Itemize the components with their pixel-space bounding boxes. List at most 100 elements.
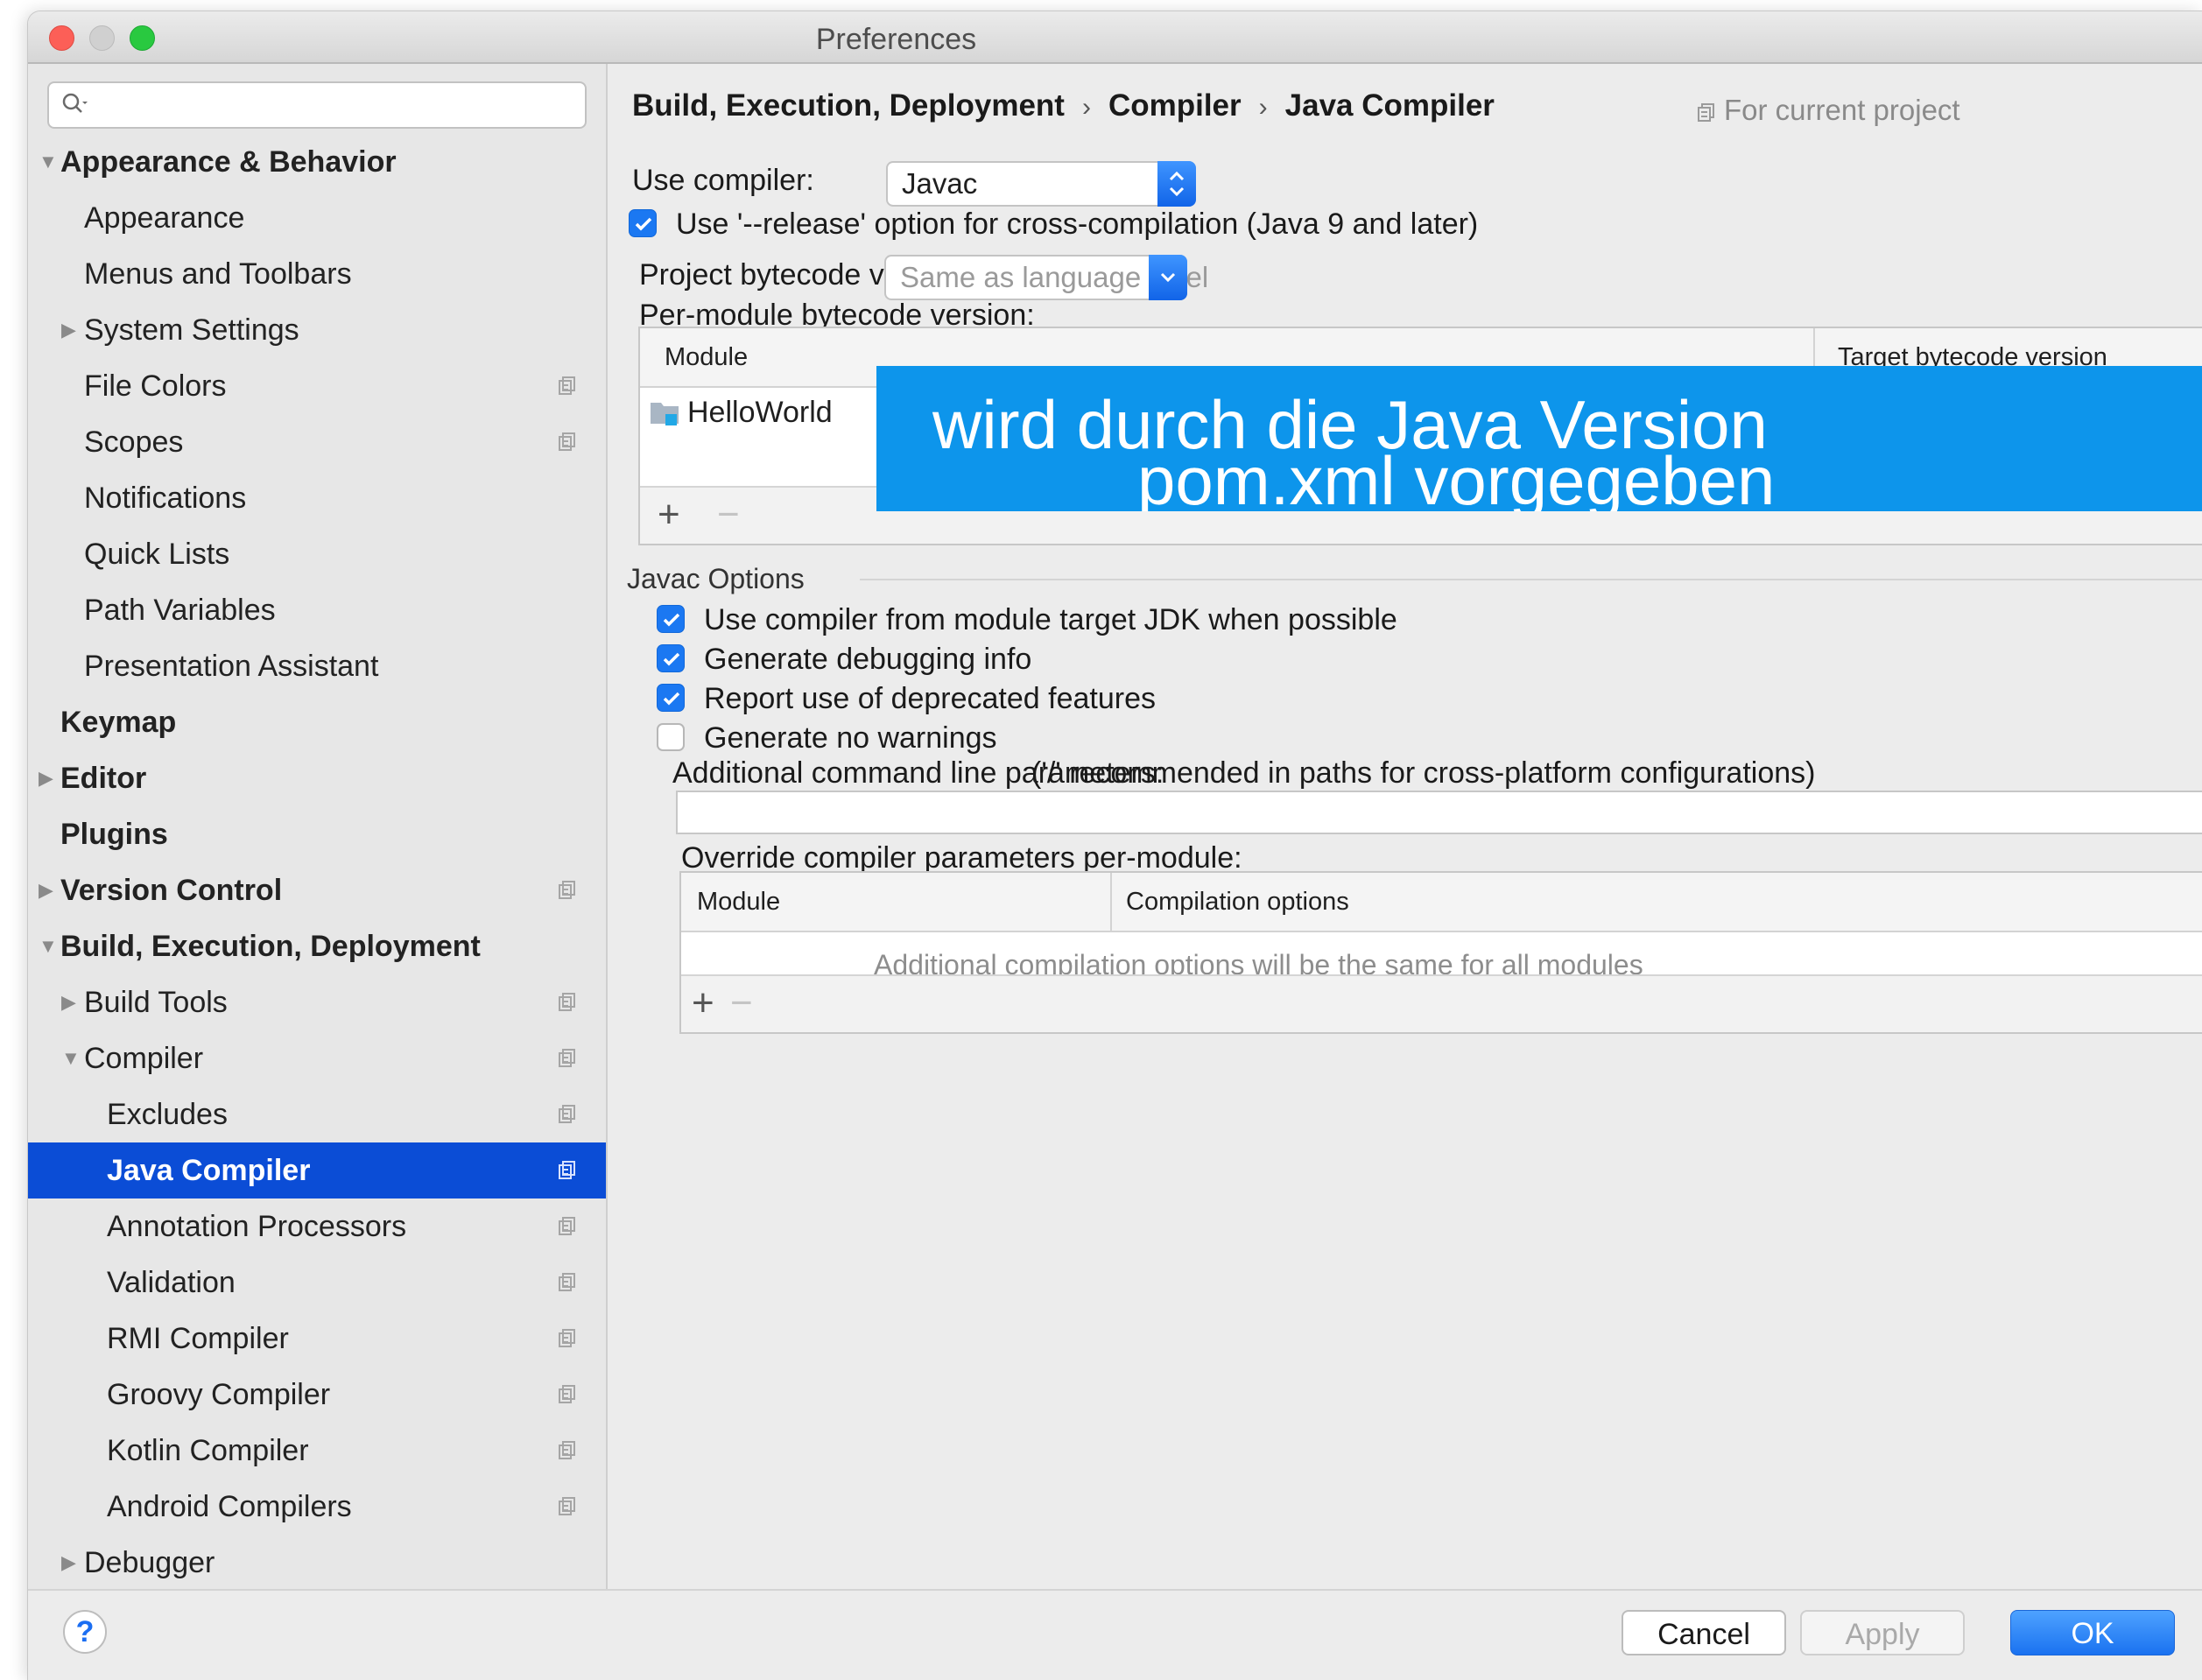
sidebar-item-label: Compiler: [84, 1042, 204, 1075]
use-compiler-label: Use compiler:: [632, 164, 814, 197]
sidebar-item-appearance-behavior[interactable]: ▼ Appearance & Behavior: [28, 134, 606, 190]
column-header-module[interactable]: Module: [697, 873, 780, 931]
compiler-select-value: Javac: [902, 167, 978, 200]
sidebar-item-notifications[interactable]: Notifications: [28, 470, 606, 526]
cancel-button[interactable]: Cancel: [1622, 1610, 1786, 1655]
override-toolbar: + −: [681, 974, 2202, 1032]
remove-module-button[interactable]: −: [717, 493, 740, 537]
collapsed-arrow-icon[interactable]: ▶: [39, 750, 53, 806]
search-input[interactable]: [47, 81, 587, 129]
javac-option-label: Generate no warnings: [704, 721, 997, 755]
help-button[interactable]: ?: [63, 1610, 107, 1654]
sidebar-item-debugger[interactable]: ▶ Debugger: [28, 1535, 606, 1589]
sidebar-item-label: RMI Compiler: [107, 1322, 289, 1355]
window-title: Preferences: [815, 23, 977, 56]
javac-option-checkbox[interactable]: [657, 605, 685, 633]
sidebar-item-build-execution-deployment[interactable]: ▼ Build, Execution, Deployment: [28, 918, 606, 974]
sidebar-item-kotlin-compiler[interactable]: Kotlin Compiler: [28, 1423, 606, 1479]
expanded-arrow-icon[interactable]: ▼: [39, 134, 58, 190]
project-scope-icon: [1698, 103, 1714, 122]
sidebar-item-plugins[interactable]: Plugins: [28, 806, 606, 862]
sidebar-item-path-variables[interactable]: Path Variables: [28, 582, 606, 638]
sidebar-item-groovy-compiler[interactable]: Groovy Compiler: [28, 1367, 606, 1423]
cmdline-params-input[interactable]: [676, 791, 2202, 834]
release-option-checkbox[interactable]: [629, 209, 657, 237]
java-compiler-panel: Build, Execution, Deployment › Compiler › Ja…: [608, 64, 2202, 1589]
sidebar-item-annotation-processors[interactable]: Annotation Processors: [28, 1198, 606, 1255]
cmdline-params-hint: ('/' recommended in paths for cross-plat…: [1031, 756, 1816, 790]
sidebar-item-keymap[interactable]: Keymap: [28, 694, 606, 750]
sidebar-item-label: Quick Lists: [84, 538, 230, 571]
sidebar-item-label: Menus and Toolbars: [84, 257, 352, 291]
project-scope-icon: [559, 1441, 575, 1459]
javac-option-checkbox[interactable]: [657, 723, 685, 751]
group-divider: [860, 579, 2202, 580]
project-scope-icon: [559, 1385, 575, 1403]
sidebar-item-presentation-assistant[interactable]: Presentation Assistant: [28, 638, 606, 694]
breadcrumb-item[interactable]: Build, Execution, Deployment: [632, 88, 1065, 123]
checkmark-icon: [663, 652, 680, 666]
sidebar-item-compiler[interactable]: ▼ Compiler: [28, 1030, 606, 1086]
project-scope-icon: [559, 1497, 575, 1515]
sidebar-item-label: Excludes: [107, 1098, 228, 1131]
sidebar-item-label: Validation: [107, 1266, 236, 1299]
sidebar-item-label: Java Compiler: [107, 1154, 311, 1187]
sidebar-item-label: Path Variables: [84, 594, 276, 627]
sidebar-item-build-tools[interactable]: ▶ Build Tools: [28, 974, 606, 1030]
column-divider[interactable]: [1110, 873, 1112, 931]
project-scope-icon: [559, 993, 575, 1011]
collapsed-arrow-icon[interactable]: ▶: [61, 302, 76, 358]
annotation-line-2: pom.xml vorgegeben: [1137, 442, 1776, 511]
column-header-compilation-options[interactable]: Compilation options: [1126, 873, 1349, 931]
for-current-project-label: For current project: [1698, 94, 1960, 127]
checkmark-icon: [635, 217, 652, 231]
collapsed-arrow-icon[interactable]: ▶: [61, 974, 76, 1030]
javac-option-checkbox[interactable]: [657, 684, 685, 712]
sidebar-item-label: Build, Execution, Deployment: [60, 930, 481, 963]
sidebar-item-label: Annotation Processors: [107, 1210, 407, 1243]
sidebar-item-label: Plugins: [60, 818, 168, 851]
sidebar-item-scopes[interactable]: Scopes: [28, 414, 606, 470]
sidebar-item-label: Presentation Assistant: [84, 650, 379, 683]
remove-override-button[interactable]: −: [730, 981, 753, 1025]
updown-arrows-icon: [1157, 161, 1196, 207]
sidebar-item-system-settings[interactable]: ▶ System Settings: [28, 302, 606, 358]
sidebar-item-label: Editor: [60, 762, 147, 795]
sidebar-item-quick-lists[interactable]: Quick Lists: [28, 526, 606, 582]
expanded-arrow-icon[interactable]: ▼: [39, 918, 58, 974]
breadcrumb: Build, Execution, Deployment › Compiler › Ja…: [632, 88, 1495, 123]
sidebar-item-android-compilers[interactable]: Android Compilers: [28, 1479, 606, 1535]
breadcrumb-item[interactable]: Compiler: [1108, 88, 1242, 123]
chevron-down-icon: [1149, 255, 1187, 300]
javac-options-group-label: Javac Options: [627, 563, 805, 594]
sidebar-item-validation[interactable]: Validation: [28, 1255, 606, 1311]
compiler-select[interactable]: Javac: [886, 161, 1196, 207]
add-module-button[interactable]: +: [658, 493, 680, 537]
project-scope-icon: [559, 1273, 575, 1291]
javac-option-label: Use compiler from module target JDK when…: [704, 603, 1397, 636]
sidebar-item-version-control[interactable]: ▶ Version Control: [28, 862, 606, 918]
sidebar-item-rmi-compiler[interactable]: RMI Compiler: [28, 1311, 606, 1367]
sidebar-item-menus-and-toolbars[interactable]: Menus and Toolbars: [28, 246, 606, 302]
annotation-callout: wird durch die Java Version pom.xml vorg…: [876, 366, 2202, 511]
javac-option-checkbox[interactable]: [657, 644, 685, 672]
collapsed-arrow-icon[interactable]: ▶: [61, 1535, 76, 1589]
ok-button[interactable]: OK: [2010, 1610, 2175, 1655]
sidebar-item-java-compiler[interactable]: Java Compiler: [28, 1142, 606, 1198]
collapsed-arrow-icon[interactable]: ▶: [39, 862, 53, 918]
add-override-button[interactable]: +: [692, 981, 714, 1025]
module-folder-icon: [651, 403, 679, 425]
sidebar-item-appearance[interactable]: Appearance: [28, 190, 606, 246]
apply-button[interactable]: Apply: [1800, 1610, 1965, 1655]
project-scope-icon: [559, 1049, 575, 1067]
sidebar-item-excludes[interactable]: Excludes: [28, 1086, 606, 1142]
sidebar-item-editor[interactable]: ▶ Editor: [28, 750, 606, 806]
expanded-arrow-icon[interactable]: ▼: [61, 1030, 81, 1086]
checkmark-icon: [663, 692, 680, 706]
sidebar-item-file-colors[interactable]: File Colors: [28, 358, 606, 414]
sidebar-item-label: Appearance & Behavior: [60, 145, 397, 179]
sidebar-item-label: System Settings: [84, 313, 299, 347]
breadcrumb-item: Java Compiler: [1284, 88, 1495, 123]
column-header-module[interactable]: Module: [665, 328, 748, 386]
bytecode-version-select[interactable]: Same as language level: [884, 255, 1208, 300]
